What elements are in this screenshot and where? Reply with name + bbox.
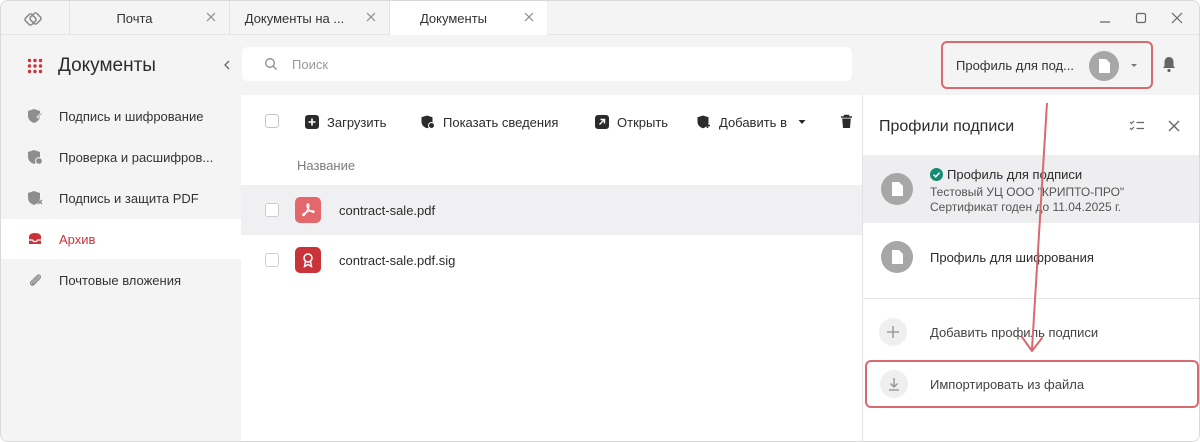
upload-label: Загрузить (327, 114, 387, 130)
column-header-name[interactable]: Название (297, 158, 355, 173)
trash-icon[interactable] (840, 114, 853, 129)
add-to-button[interactable]: Добавить в (697, 112, 807, 132)
chevron-left-icon[interactable] (221, 59, 233, 71)
profile-avatar (881, 173, 913, 205)
open-external-icon (595, 115, 609, 129)
profile-selector-label: Профиль для под... (956, 58, 1074, 73)
import-from-file-label: Импортировать из файла (930, 377, 1085, 392)
row-checkbox[interactable] (265, 203, 279, 217)
import-from-file-button[interactable]: Импортировать из файла (865, 360, 1199, 408)
upload-icon (305, 115, 319, 129)
search-icon (265, 58, 277, 70)
plus-icon (879, 318, 907, 346)
table-row[interactable]: contract-sale.pdf.sig (241, 235, 862, 285)
shield-info-icon (421, 115, 435, 129)
tab-documents[interactable]: Документы (389, 1, 547, 35)
shield-pdf-icon (28, 191, 43, 205)
profile-title: Профиль для подписи (947, 167, 1083, 182)
document-icon (1099, 59, 1110, 73)
sidebar-item-sign-pdf[interactable]: Подпись и защита PDF (1, 178, 241, 218)
shield-pen-icon (28, 109, 43, 123)
profile-item-signing[interactable]: Профиль для подписи Тестовый УЦ ООО "КРИ… (863, 155, 1199, 223)
profile-validity: Сертификат годен до 11.04.2025 г. (930, 200, 1122, 214)
app-logo-icon (24, 12, 42, 26)
upload-button[interactable]: Загрузить (305, 112, 386, 132)
signature-profiles-panel: Профили подписи Профиль для подписи Тест… (862, 95, 1199, 441)
table-row[interactable]: contract-sale.pdf (241, 185, 862, 235)
page-title: Документы (58, 55, 156, 76)
sidebar-item-verify-decrypt[interactable]: Проверка и расшифров... (1, 137, 241, 177)
apps-grid-icon[interactable] (27, 58, 43, 74)
file-name: contract-sale.pdf (339, 203, 436, 218)
sidebar-item-archive[interactable]: Архив (1, 219, 241, 259)
open-label: Открыть (617, 114, 669, 130)
show-details-label: Показать сведения (443, 114, 559, 130)
pdf-file-icon (295, 197, 321, 223)
app-window: Почта Документы на ... Документы Докумен… (0, 0, 1200, 442)
close-icon[interactable] (1167, 119, 1181, 133)
download-icon (880, 370, 908, 398)
minimize-icon[interactable] (1097, 10, 1113, 26)
close-icon[interactable] (205, 11, 217, 23)
tab-documents-on[interactable]: Документы на ... (229, 1, 389, 35)
sidebar: Подпись и шифрование Проверка и расшифро… (1, 95, 241, 441)
sidebar-item-label: Подпись и защита PDF (59, 191, 199, 206)
signature-file-icon (295, 247, 321, 273)
paperclip-icon (29, 274, 42, 286)
sidebar-item-label: Проверка и расшифров... (59, 150, 214, 165)
close-icon[interactable] (523, 11, 535, 23)
profile-issuer: Тестовый УЦ ООО "КРИПТО-ПРО" (930, 185, 1125, 199)
row-checkbox[interactable] (265, 253, 279, 267)
caret-down-icon[interactable] (797, 117, 807, 127)
title-bar: Почта Документы на ... Документы (1, 1, 1199, 35)
chevron-down-icon (1131, 64, 1137, 67)
tab-mail[interactable]: Почта (69, 1, 229, 35)
sidebar-item-label: Подпись и шифрование (59, 109, 204, 124)
archive-icon (29, 233, 41, 244)
sidebar-item-label: Архив (59, 232, 96, 247)
header: Документы Профиль для под... (1, 35, 1199, 95)
show-details-button[interactable]: Показать сведения (421, 112, 558, 132)
profile-title: Профиль для шифрования (930, 250, 1094, 265)
profile-avatar (881, 241, 913, 273)
file-name: contract-sale.pdf.sig (339, 253, 456, 268)
default-check-icon (930, 168, 943, 181)
sidebar-item-label: Почтовые вложения (59, 273, 182, 288)
add-to-label: Добавить в (719, 114, 787, 130)
search-input[interactable] (292, 47, 832, 81)
search-bar (242, 47, 852, 81)
toolbar: Загрузить Показать сведения Открыть Доба… (241, 95, 862, 147)
file-list-area: Загрузить Показать сведения Открыть Доба… (241, 95, 862, 441)
tab-label: Документы (419, 10, 487, 26)
checklist-icon[interactable] (1129, 119, 1145, 133)
tab-label: Документы на ... (244, 10, 345, 26)
panel-title: Профили подписи (879, 118, 1015, 135)
divider (863, 298, 1199, 299)
tab-label: Почта (116, 10, 153, 26)
add-profile-label: Добавить профиль подписи (930, 325, 1099, 340)
sidebar-item-sign-encrypt[interactable]: Подпись и шифрование (1, 96, 241, 136)
shield-plus-icon (697, 115, 710, 129)
profile-avatar (1089, 51, 1119, 81)
bell-icon[interactable] (1161, 55, 1177, 73)
document-icon (892, 182, 903, 196)
close-window-icon[interactable] (1169, 10, 1185, 26)
document-icon (892, 250, 903, 264)
profile-item-encryption[interactable]: Профиль для шифрования (863, 233, 1199, 281)
maximize-icon[interactable] (1133, 10, 1149, 26)
profile-selector[interactable]: Профиль для под... (941, 41, 1153, 89)
open-button[interactable]: Открыть (595, 112, 668, 132)
add-profile-button[interactable]: Добавить профиль подписи (863, 308, 1199, 356)
sidebar-item-mail-attachments[interactable]: Почтовые вложения (1, 260, 241, 300)
shield-check-icon (28, 150, 43, 165)
select-all-checkbox[interactable] (265, 114, 279, 128)
close-icon[interactable] (365, 11, 377, 23)
